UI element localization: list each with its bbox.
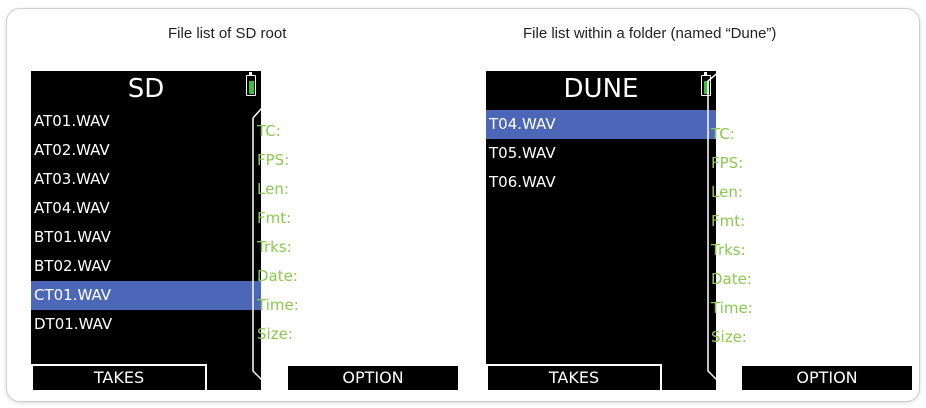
screen-title: SD	[127, 74, 165, 104]
file-item[interactable]: BT01.WAV	[31, 223, 261, 252]
option-softkey[interactable]: OPTION	[286, 364, 460, 390]
battery-icon	[701, 72, 711, 96]
file-list: T04.WAV T05.WAV T06.WAV	[486, 110, 716, 197]
file-item[interactable]: T06.WAV	[486, 168, 716, 197]
sd-root-screen: SD AT01.WAV AT02.WAV AT03.WAV AT04.WAV B…	[31, 71, 261, 390]
file-list: AT01.WAV AT02.WAV AT03.WAV AT04.WAV BT01…	[31, 107, 261, 339]
file-item-selected[interactable]: T04.WAV	[486, 110, 716, 139]
takes-softkey[interactable]: TAKES	[31, 364, 207, 390]
file-item[interactable]: AT01.WAV	[31, 107, 261, 136]
file-item[interactable]: AT02.WAV	[31, 136, 261, 165]
file-item[interactable]: AT03.WAV	[31, 165, 261, 194]
takes-softkey[interactable]: TAKES	[486, 364, 662, 390]
left-caption: File list of SD root	[168, 25, 287, 42]
file-item[interactable]: AT04.WAV	[31, 194, 261, 223]
option-softkey[interactable]: OPTION	[740, 364, 914, 390]
file-item[interactable]: DT01.WAV	[31, 310, 261, 339]
battery-icon	[246, 72, 256, 96]
screen-title: DUNE	[563, 74, 639, 104]
file-item[interactable]: T05.WAV	[486, 139, 716, 168]
file-item[interactable]: BT02.WAV	[31, 252, 261, 281]
file-item-selected[interactable]: CT01.WAV	[31, 281, 261, 310]
dune-folder-screen: DUNE T04.WAV T05.WAV T06.WAV	[486, 71, 716, 390]
right-caption: File list within a folder (named “Dune”)	[523, 25, 777, 42]
